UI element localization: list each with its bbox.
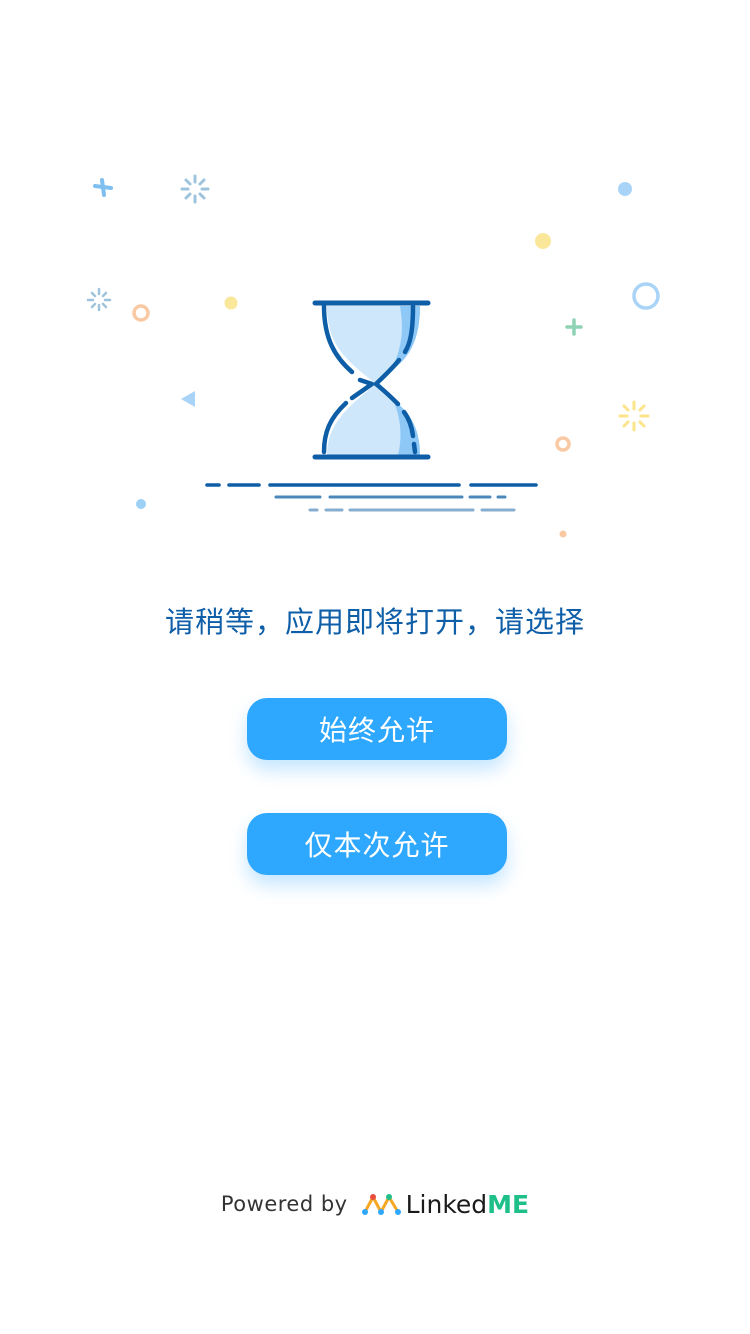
circle-icon	[132, 304, 150, 322]
dot-icon	[224, 296, 238, 310]
dot-icon	[559, 530, 567, 538]
footer: Powered by Linked ME	[0, 1184, 750, 1224]
allow-once-button[interactable]: 仅本次允许	[247, 813, 507, 875]
plus-icon	[565, 318, 583, 336]
dot-icon	[535, 233, 551, 249]
brand-logo: Linked ME	[361, 1189, 530, 1219]
sparkle-icon	[86, 287, 112, 312]
dot-icon	[618, 182, 632, 196]
sparkle-icon	[618, 400, 650, 432]
waiting-message: 请稍等，应用即将打开，请选择	[164, 605, 585, 639]
brand-name-me: ME	[487, 1189, 530, 1219]
triangle-icon	[181, 391, 195, 407]
hourglass-icon	[312, 300, 431, 460]
ground-lines	[205, 483, 538, 512]
brand-name-linked: Linked	[405, 1189, 488, 1219]
always-allow-button[interactable]: 始终允许	[247, 698, 507, 760]
circle-icon	[555, 436, 571, 452]
waiting-illustration	[86, 174, 660, 538]
plus-icon	[93, 178, 113, 197]
linkedme-logo-icon	[361, 1194, 401, 1215]
sparkle-icon	[180, 174, 210, 204]
dot-icon	[136, 499, 146, 509]
circle-icon	[632, 282, 660, 310]
powered-by-label: Powered by	[220, 1192, 348, 1216]
